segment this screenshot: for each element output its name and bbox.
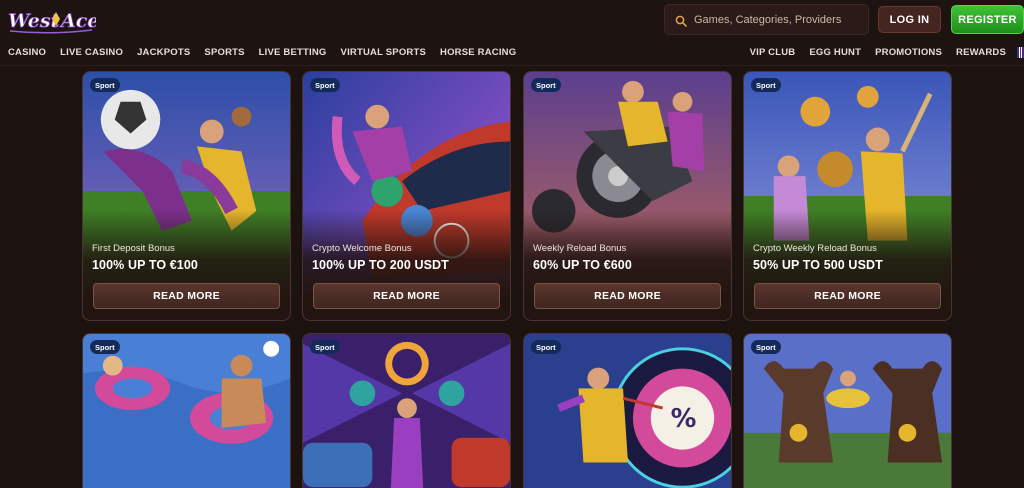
category-badge: Sport xyxy=(531,340,561,354)
nav-jackpots[interactable]: JACKPOTS xyxy=(137,47,190,59)
read-more-button[interactable]: READ MORE xyxy=(93,283,280,309)
main-nav: CASINO LIVE CASINO JACKPOTS SPORTS LIVE … xyxy=(8,47,516,59)
nav-vip-club[interactable]: VIP CLUB xyxy=(750,47,796,59)
site-header: West Ace LOG IN REGISTER CASINO LIVE CAS… xyxy=(0,0,1024,66)
promo-card[interactable]: Sport Crypto Welcome Bonus 100% UP TO 20… xyxy=(302,71,511,321)
bonus-subtitle: Weekly Reload Bonus xyxy=(533,243,627,254)
category-badge: Sport xyxy=(310,340,340,354)
nav-horse-racing[interactable]: HORSE RACING xyxy=(440,47,516,59)
category-badge: Sport xyxy=(751,340,781,354)
nav-promotions[interactable]: PROMOTIONS xyxy=(875,47,942,59)
bonus-title: 60% UP TO €600 xyxy=(533,258,632,272)
nav-live-betting[interactable]: LIVE BETTING xyxy=(259,47,327,59)
read-more-button[interactable]: READ MORE xyxy=(534,283,721,309)
crypto-wings-illustration xyxy=(303,334,510,488)
read-more-button[interactable]: READ MORE xyxy=(313,283,500,309)
svg-text:%: % xyxy=(671,404,697,434)
svg-text:West: West xyxy=(8,10,60,32)
category-badge: Sport xyxy=(90,78,120,92)
promo-card[interactable]: % Sport xyxy=(523,333,732,488)
search-icon xyxy=(675,14,687,27)
bulls-illustration xyxy=(744,334,951,488)
bonus-title: 100% UP TO €100 xyxy=(92,258,198,272)
bonus-subtitle: First Deposit Bonus xyxy=(92,243,175,254)
nav-live-casino[interactable]: LIVE CASINO xyxy=(60,47,123,59)
bonus-title: 100% UP TO 200 USDT xyxy=(312,258,449,272)
bonus-title: 50% UP TO 500 USDT xyxy=(753,258,883,272)
promo-card[interactable]: Sport xyxy=(743,333,952,488)
promo-card[interactable]: Sport First Deposit Bonus 100% UP TO €10… xyxy=(82,71,291,321)
language-flag-icon[interactable] xyxy=(1017,47,1024,58)
promo-card[interactable]: Sport xyxy=(302,333,511,488)
register-button[interactable]: REGISTER xyxy=(951,5,1024,34)
read-more-button[interactable]: READ MORE xyxy=(754,283,941,309)
dartboard-illustration: % xyxy=(524,334,731,488)
svg-text:Ace: Ace xyxy=(59,10,96,32)
category-badge: Sport xyxy=(751,78,781,92)
bonus-subtitle: Crypto Welcome Bonus xyxy=(312,243,412,254)
west-ace-logo[interactable]: West Ace xyxy=(6,4,96,36)
category-badge: Sport xyxy=(310,78,340,92)
secondary-nav: VIP CLUB EGG HUNT PROMOTIONS REWARDS xyxy=(750,47,1006,59)
bonus-subtitle: Crypto Weekly Reload Bonus xyxy=(753,243,877,254)
nav-sports[interactable]: SPORTS xyxy=(204,47,244,59)
promo-card[interactable]: Sport xyxy=(82,333,291,488)
search-input[interactable] xyxy=(694,13,864,26)
nav-virtual-sports[interactable]: VIRTUAL SPORTS xyxy=(341,47,427,59)
pool-float-illustration xyxy=(83,334,290,488)
login-button[interactable]: LOG IN xyxy=(878,6,941,33)
search-box[interactable] xyxy=(664,4,869,35)
nav-egg-hunt[interactable]: EGG HUNT xyxy=(809,47,861,59)
nav-casino[interactable]: CASINO xyxy=(8,47,46,59)
category-badge: Sport xyxy=(531,78,561,92)
promo-card[interactable]: Sport Crypto Weekly Reload Bonus 50% UP … xyxy=(743,71,952,321)
category-badge: Sport xyxy=(90,340,120,354)
promo-card[interactable]: Sport Weekly Reload Bonus 60% UP TO €600… xyxy=(523,71,732,321)
nav-rewards[interactable]: REWARDS xyxy=(956,47,1006,59)
